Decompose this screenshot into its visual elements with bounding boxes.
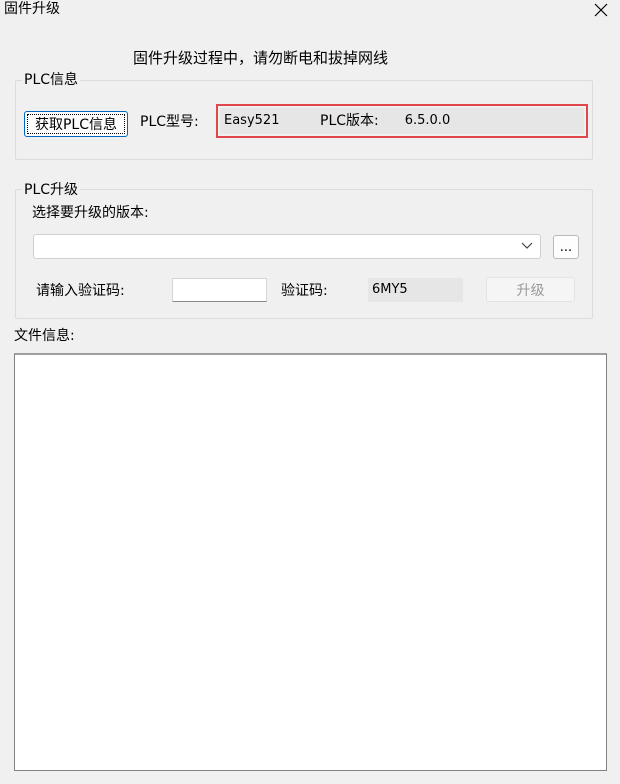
bottom-edge bbox=[0, 771, 620, 784]
plc-model-label: PLC型号: bbox=[140, 114, 199, 130]
plc-info-group-label: PLC信息 bbox=[22, 72, 81, 88]
verify-code-value: 6MY5 bbox=[372, 282, 408, 297]
verify-code-input[interactable] bbox=[172, 278, 267, 302]
browse-button-label: ... bbox=[559, 239, 573, 255]
upgrade-button-label: 升级 bbox=[516, 282, 545, 299]
window-title: 固件升级 bbox=[4, 1, 60, 17]
chevron-down-icon bbox=[521, 242, 533, 249]
firmware-upgrade-dialog: 固件升级 固件升级过程中，请勿断电和拔掉网线 PLC信息 获取PLC信息 PLC… bbox=[0, 0, 620, 784]
select-version-label: 选择要升级的版本: bbox=[32, 205, 149, 221]
warning-text: 固件升级过程中，请勿断电和拔掉网线 bbox=[133, 49, 389, 67]
get-plc-info-button[interactable]: 获取PLC信息 bbox=[24, 111, 128, 137]
file-info-label: 文件信息: bbox=[14, 328, 75, 344]
upgrade-button[interactable]: 升级 bbox=[486, 277, 575, 302]
get-plc-info-button-label: 获取PLC信息 bbox=[34, 117, 118, 133]
plc-info-highlight-box bbox=[216, 104, 588, 138]
close-icon bbox=[594, 3, 608, 17]
version-combobox[interactable] bbox=[33, 234, 541, 259]
close-button[interactable] bbox=[586, 0, 616, 20]
file-info-textarea[interactable] bbox=[14, 353, 607, 771]
plc-upgrade-group-label: PLC升级 bbox=[22, 182, 81, 198]
browse-button[interactable]: ... bbox=[553, 235, 579, 259]
verify-input-label: 请输入验证码: bbox=[36, 283, 125, 299]
title-bar: 固件升级 bbox=[0, 0, 620, 22]
verify-code-display: 6MY5 bbox=[368, 278, 463, 302]
verify-code-label: 验证码: bbox=[281, 283, 328, 299]
